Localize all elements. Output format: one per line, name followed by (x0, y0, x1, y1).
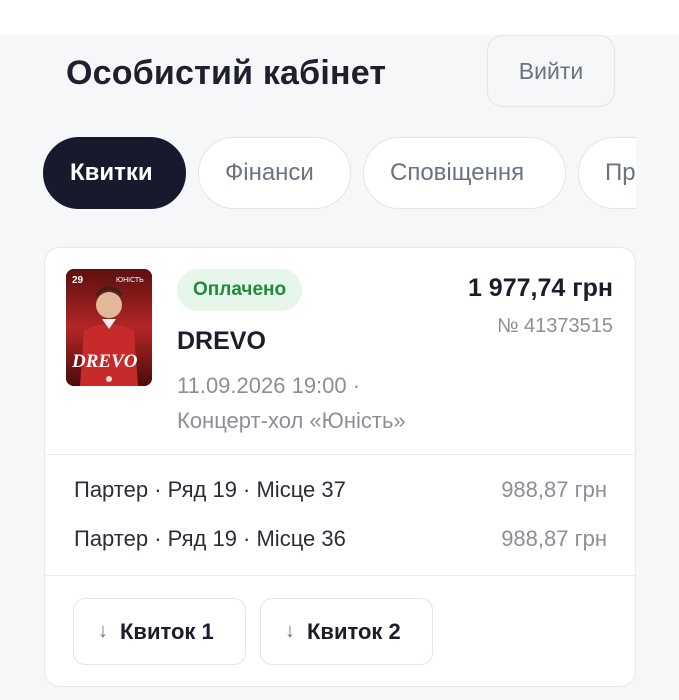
seat-label: Партер · Ряд 19 · Місце 37 (74, 477, 346, 502)
poster-image: 29 ЮНІСТЬ DREVO (66, 269, 152, 386)
event-poster[interactable]: 29 ЮНІСТЬ DREVO (66, 269, 152, 386)
divider (45, 575, 635, 576)
ticket-2-download-button[interactable]: ↓ Квиток 2 (260, 598, 433, 665)
tab-label: Пр (605, 159, 636, 186)
seat-price: 988,87 грн (501, 477, 607, 502)
seat-price: 988,87 грн (501, 526, 607, 551)
tab-tickets[interactable]: Квитки (43, 137, 186, 209)
poster-artist: DREVO (71, 351, 138, 372)
tab-label: Квитки (70, 159, 153, 186)
download-arrow-icon: ↓ (285, 620, 295, 642)
ticket-label: Квиток 1 (120, 618, 214, 644)
order-card: 29 ЮНІСТЬ DREVO Оплачено 1 977,74 грн № … (44, 247, 636, 687)
poster-venue: ЮНІСТЬ (116, 277, 144, 284)
event-meta: 11.09.2026 19:00 · Концерт-хол «Юність» (177, 368, 406, 438)
event-venue: Концерт-хол «Юність» (177, 408, 406, 433)
event-datetime: 11.09.2026 19:00 · (177, 373, 361, 398)
event-name: DREVO (177, 327, 266, 355)
tab-label: Сповіщення (390, 159, 525, 186)
status-badge: Оплачено (177, 269, 303, 311)
tab-label: Фінанси (225, 159, 314, 186)
tabs-bar[interactable]: Квитки Фінанси Сповіщення Пр (0, 135, 636, 213)
tab-notifications[interactable]: Сповіщення (363, 137, 566, 209)
divider (45, 454, 635, 455)
ticket-1-download-button[interactable]: ↓ Квиток 1 (73, 598, 246, 665)
seat-row: Партер · Ряд 19 · Місце 36 988,87 грн (74, 526, 607, 552)
download-arrow-icon: ↓ (98, 620, 108, 642)
page-title: Особистий кабінет (66, 54, 387, 92)
seat-label: Партер · Ряд 19 · Місце 36 (74, 526, 346, 551)
tab-finances[interactable]: Фінанси (198, 137, 351, 209)
poster-date: 29 (72, 275, 84, 286)
order-number: № 41373515 (497, 315, 613, 337)
ticket-label: Квиток 2 (307, 618, 401, 644)
logout-button[interactable]: Вийти (487, 35, 615, 107)
seat-row: Партер · Ряд 19 · Місце 37 988,87 грн (74, 477, 607, 503)
tab-profile[interactable]: Пр (578, 137, 636, 209)
order-total: 1 977,74 грн (467, 274, 613, 302)
